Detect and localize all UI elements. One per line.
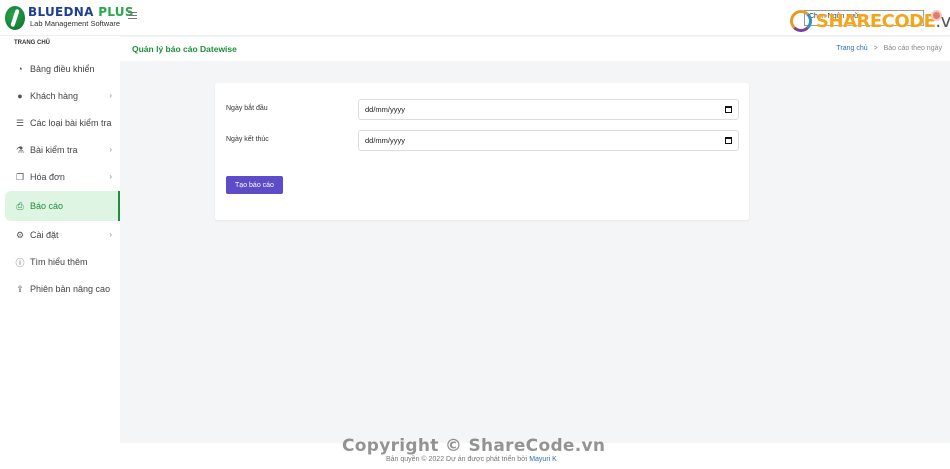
sidebar-item-learn-more[interactable]: ⓘ Tìm hiểu thêm [0,247,120,277]
upload-icon: ⇪ [16,283,24,294]
chevron-right-icon: › [109,230,112,239]
sharecode-icon [790,10,812,32]
end-date-label: Ngày kết thúc [226,136,269,143]
copyright-watermark: Copyright © ShareCode.vn [342,436,606,456]
sharecode-watermark-logo: SHARECODE.vn [790,10,950,32]
brand-logo[interactable]: BLUEDNA PLUS Lab Management Software [5,6,134,30]
flask-icon: ⚗ [15,144,25,155]
author-link[interactable]: Mayuri K [529,456,557,463]
chevron-right-icon: › [109,172,112,181]
calendar-icon[interactable] [725,106,732,113]
sidebar-item-upgrade[interactable]: ⇪ Phiên bản nâng cao [0,274,120,304]
breadcrumb-home-link[interactable]: Trang chủ [836,45,867,52]
gear-icon: ⚙ [15,229,25,240]
breadcrumb: Trang chủ > Báo cáo theo ngày [836,45,942,52]
dna-logo-icon [5,6,25,30]
top-bar: BLUEDNA PLUS Lab Management Software Chọ… [0,0,950,36]
print-icon: ⎙ [16,200,24,211]
sidebar-item-tests[interactable]: ⚗ Bài kiểm tra › [0,135,120,165]
page-title: Quản lý báo cáo Datewise [132,44,237,54]
sidebar-item-invoices[interactable]: ❐ Hóa đơn › [0,162,120,192]
sidebar-item-test-types[interactable]: ☰ Các loại bài kiểm tra [0,108,120,138]
sidebar-item-reports[interactable]: ⎙ Báo cáo [5,191,120,221]
start-date-input[interactable]: dd/mm/yyyy [358,99,739,120]
sidebar: TRANG CHỦ ◔ Bảng điều khiển ● Khách hàng… [0,36,120,469]
sidebar-section-title: TRANG CHỦ [14,40,50,46]
sidebar-item-settings[interactable]: ⚙ Cài đặt › [0,220,120,250]
copyright-text: Bản quyền © 2022 Dự án được phát triển b… [386,456,557,463]
chevron-right-icon: › [109,91,112,100]
sidebar-item-customers[interactable]: ● Khách hàng › [0,81,120,111]
sidebar-item-dashboard[interactable]: ◔ Bảng điều khiển [0,54,120,84]
end-date-input[interactable]: dd/mm/yyyy [358,130,739,151]
invoice-icon: ❐ [15,171,25,182]
info-icon: ⓘ [15,257,25,268]
menu-toggle-icon[interactable] [128,12,137,19]
user-icon: ● [17,91,23,101]
page-header: Quản lý báo cáo Datewise Trang chủ > Báo… [120,37,950,61]
list-icon: ☰ [15,117,25,128]
dashboard-icon: ◔ [17,64,23,74]
breadcrumb-current: Báo cáo theo ngày [883,45,942,52]
start-date-label: Ngày bắt đầu [226,105,268,112]
start-date-value: dd/mm/yyyy [365,105,406,114]
end-date-value: dd/mm/yyyy [365,136,406,145]
create-report-button[interactable]: Tạo báo cáo [226,176,283,194]
report-form-card: Ngày bắt đầu dd/mm/yyyy Ngày kết thúc dd… [215,83,749,220]
breadcrumb-separator: > [873,45,878,52]
chevron-right-icon: › [109,145,112,154]
user-avatar[interactable] [931,10,942,21]
footer: Copyright © ShareCode.vn Bản quyền © 202… [120,436,950,469]
calendar-icon[interactable] [725,137,732,144]
brand-subtitle: Lab Management Software [30,19,121,28]
brand-name: BLUEDNA PLUS [28,5,134,19]
